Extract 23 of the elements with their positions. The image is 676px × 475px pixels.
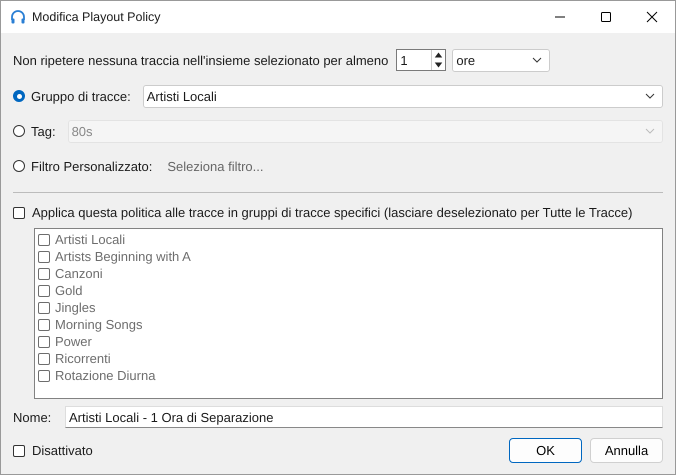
dropdown[interactable]: Artisti Locali bbox=[142, 84, 663, 108]
unit-dropdown[interactable]: ore bbox=[452, 48, 550, 72]
option-label: Filtro Personalizzato: bbox=[31, 158, 152, 174]
number-spinner[interactable]: 1 bbox=[396, 49, 446, 71]
name-label: Nome: bbox=[13, 410, 52, 424]
select-filter-link[interactable]: Seleziona filtro... bbox=[167, 158, 264, 174]
name-field[interactable]: Artisti Locali - 1 Ora di Separazione bbox=[65, 406, 663, 428]
checkbox[interactable] bbox=[13, 444, 25, 456]
chevron-down-icon bbox=[532, 57, 542, 63]
radio-button[interactable] bbox=[13, 160, 25, 172]
disabled-label: Disattivato bbox=[32, 443, 93, 458]
radio-button[interactable] bbox=[13, 90, 25, 102]
option-label: Tag: bbox=[31, 124, 56, 138]
chevron-down-icon bbox=[645, 93, 655, 99]
chevron-down-icon bbox=[645, 128, 655, 134]
ok-button[interactable]: OK bbox=[509, 438, 582, 463]
headphones-icon bbox=[10, 9, 26, 25]
window-title: Modifica Playout Policy bbox=[32, 10, 161, 24]
option-label: Gruppo di tracce: bbox=[31, 88, 131, 104]
repeat-label: Non ripetere nessuna traccia nell'insieme selezionato per almeno bbox=[13, 52, 388, 68]
cancel-button[interactable]: Annulla bbox=[590, 438, 663, 463]
apply-label: Applica questa politica alle tracce in gruppi di tracce specifici (lasciare deselezionato per Tutte le Tracce) bbox=[32, 205, 632, 220]
checkbox[interactable] bbox=[13, 206, 25, 218]
